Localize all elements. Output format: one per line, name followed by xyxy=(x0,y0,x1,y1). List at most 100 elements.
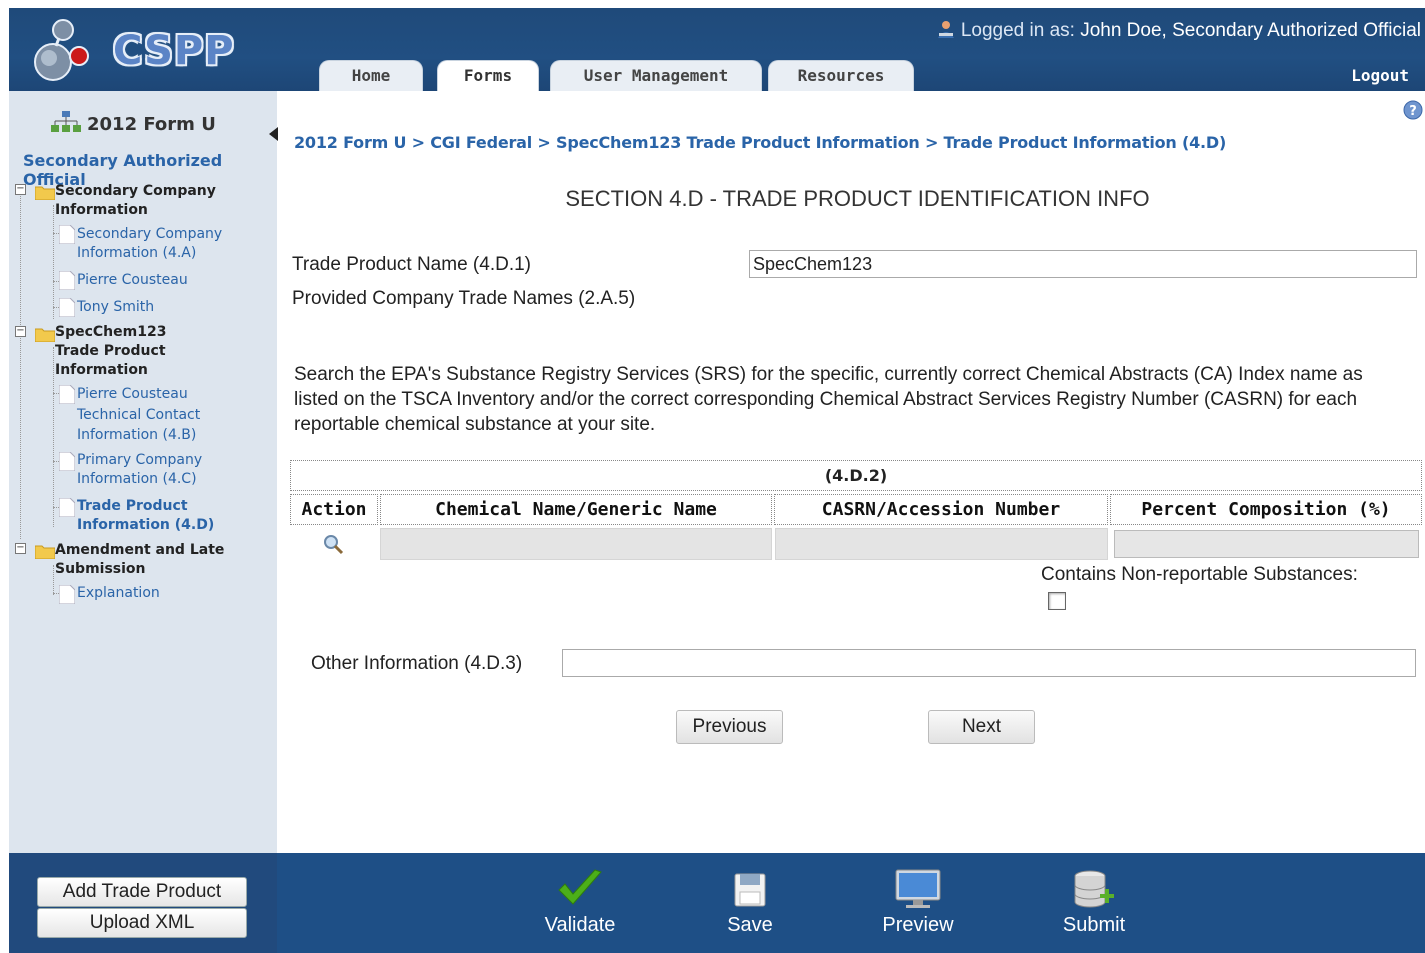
collapse-toggle-icon[interactable]: − xyxy=(15,184,26,195)
molecule-icon xyxy=(34,19,89,81)
document-icon xyxy=(59,452,75,471)
svg-text:?: ? xyxy=(1409,104,1417,119)
checkmark-icon xyxy=(558,869,602,905)
collapse-toggle-icon[interactable]: − xyxy=(15,543,26,554)
document-icon xyxy=(59,585,75,604)
tree-item-line: Secondary Company xyxy=(77,226,223,242)
tree-folder-line: Information xyxy=(55,202,148,218)
user-name: John Doe, Secondary Authorized Official xyxy=(1080,20,1421,41)
column-header-action: Action xyxy=(290,494,378,525)
tree-item-technical-contact[interactable]: Pierre Cousteau Technical Contact Inform… xyxy=(77,384,200,446)
non-reportable-checkbox[interactable] xyxy=(1048,592,1066,610)
column-header-casrn: CASRN/Accession Number xyxy=(774,494,1108,525)
document-icon xyxy=(59,385,75,404)
logout-link[interactable]: Logout xyxy=(1351,66,1409,85)
validate-button[interactable]: Validate xyxy=(525,868,635,937)
trade-product-name-input[interactable] xyxy=(749,250,1417,278)
document-icon xyxy=(59,498,75,517)
app-name: CSPP xyxy=(113,28,235,74)
tree-item-primary-company[interactable]: Primary Company Information (4.C) xyxy=(77,451,202,489)
tree-item-line: Information (4.D) xyxy=(77,517,215,533)
help-icon[interactable]: ? xyxy=(1403,100,1423,120)
search-icon[interactable] xyxy=(322,534,344,556)
database-add-icon xyxy=(1074,870,1114,908)
tree-item-line: Trade Product xyxy=(77,498,188,514)
user-icon xyxy=(937,21,954,38)
tree-connector xyxy=(53,565,54,595)
tree-folder-secondary-company[interactable]: Secondary Company Information xyxy=(55,182,216,220)
document-icon xyxy=(59,271,75,290)
tree-item-explanation[interactable]: Explanation xyxy=(77,584,160,603)
casrn-cell xyxy=(775,528,1108,560)
tree-item-secondary-company-info[interactable]: Secondary Company Information (4.A) xyxy=(77,225,222,263)
tree-folder-amendment[interactable]: Amendment and Late Submission xyxy=(55,541,224,579)
previous-button[interactable]: Previous xyxy=(676,710,783,744)
tree-item-pierre-cousteau[interactable]: Pierre Cousteau xyxy=(77,271,188,290)
chemical-name-cell xyxy=(380,528,772,560)
bottom-left-panel: Add Trade Product Upload XML xyxy=(9,853,277,953)
form-title-text: 2012 Form U xyxy=(87,114,216,135)
logged-in-label: Logged in as: xyxy=(960,20,1075,41)
non-reportable-label: Contains Non-reportable Substances: xyxy=(1041,564,1358,585)
tree-folder-specchem123[interactable]: SpecChem123 Trade Product Information xyxy=(55,323,166,380)
save-button[interactable]: Save xyxy=(695,868,805,937)
tree-item-tony-smith[interactable]: Tony Smith xyxy=(77,298,154,317)
tree-item-trade-product-info[interactable]: Trade Product Information (4.D) xyxy=(77,497,214,535)
column-header-chemical-name: Chemical Name/Generic Name xyxy=(380,494,772,525)
tab-home[interactable]: Home xyxy=(319,60,423,91)
login-status: Logged in as: John Doe, Secondary Author… xyxy=(937,20,1421,42)
cspp-logo: CSPP xyxy=(29,16,234,82)
sidebar: 2012 Form U Secondary Authorized Officia… xyxy=(9,91,277,853)
tree-folder-line: Secondary Company xyxy=(55,183,216,199)
grid-caption: (4.D.2) xyxy=(290,460,1422,491)
tree-folder-line: Submission xyxy=(55,561,146,577)
bottom-action-bar: Add Trade Product Upload XML Validate Sa… xyxy=(9,853,1425,953)
upload-xml-button[interactable]: Upload XML xyxy=(37,908,247,938)
app-window: CSPP Logged in as: John Doe, Secondary A… xyxy=(0,0,1425,953)
document-icon xyxy=(59,298,75,317)
sidebar-form-title: 2012 Form U xyxy=(51,111,216,135)
tab-user-management[interactable]: User Management xyxy=(550,60,762,91)
tree-folder-line: SpecChem123 xyxy=(55,324,167,340)
save-label: Save xyxy=(727,914,773,936)
submit-label: Submit xyxy=(1062,914,1126,936)
collapse-toggle-icon[interactable]: − xyxy=(15,326,26,337)
validate-label: Validate xyxy=(544,914,616,936)
org-chart-icon xyxy=(51,111,81,132)
column-header-percent: Percent Composition (%) xyxy=(1110,494,1422,525)
provided-trade-names-label: Provided Company Trade Names (2.A.5) xyxy=(292,288,636,309)
other-info-label: Other Information (4.D.3) xyxy=(311,653,523,674)
breadcrumb[interactable]: 2012 Form U > CGI Federal > SpecChem123 … xyxy=(294,133,1226,152)
folder-icon xyxy=(35,545,55,559)
other-info-input[interactable] xyxy=(562,649,1416,677)
tab-resources[interactable]: Resources xyxy=(768,60,914,91)
tree-item-line: Pierre Cousteau xyxy=(77,386,188,402)
preview-button[interactable]: Preview xyxy=(863,868,973,937)
submit-button[interactable]: Submit xyxy=(1039,868,1149,937)
add-trade-product-button[interactable]: Add Trade Product xyxy=(37,877,247,907)
header-bar: CSPP Logged in as: John Doe, Secondary A… xyxy=(9,8,1425,91)
monitor-icon xyxy=(895,869,941,908)
percent-composition-input[interactable] xyxy=(1114,530,1419,558)
tree-item-line: Technical Contact xyxy=(77,406,201,423)
tree-connector xyxy=(53,347,54,527)
tree-folder-line: Trade Product xyxy=(55,343,166,359)
next-button[interactable]: Next xyxy=(928,710,1035,744)
trade-product-name-label: Trade Product Name (4.D.1) xyxy=(292,254,531,275)
tree-item-line: Information (4.A) xyxy=(77,245,197,261)
folder-icon xyxy=(35,186,55,200)
tree-item-line: Primary Company xyxy=(77,452,203,468)
tree-connector xyxy=(20,187,21,539)
tree-item-line: Information (4.C) xyxy=(77,471,197,487)
preview-label: Preview xyxy=(882,914,954,936)
document-icon xyxy=(59,225,75,244)
save-disk-icon xyxy=(734,873,766,907)
tree-folder-line: Amendment and Late xyxy=(55,542,225,558)
tab-forms[interactable]: Forms xyxy=(437,60,539,91)
collapse-sidebar-icon[interactable] xyxy=(269,127,278,141)
folder-icon xyxy=(35,328,55,342)
srs-instructions: Search the EPA's Substance Registry Serv… xyxy=(294,364,1363,435)
tree-folder-line: Information xyxy=(55,362,148,378)
tree-item-line: Information (4.B) xyxy=(77,427,197,443)
tree-connector xyxy=(53,205,54,319)
